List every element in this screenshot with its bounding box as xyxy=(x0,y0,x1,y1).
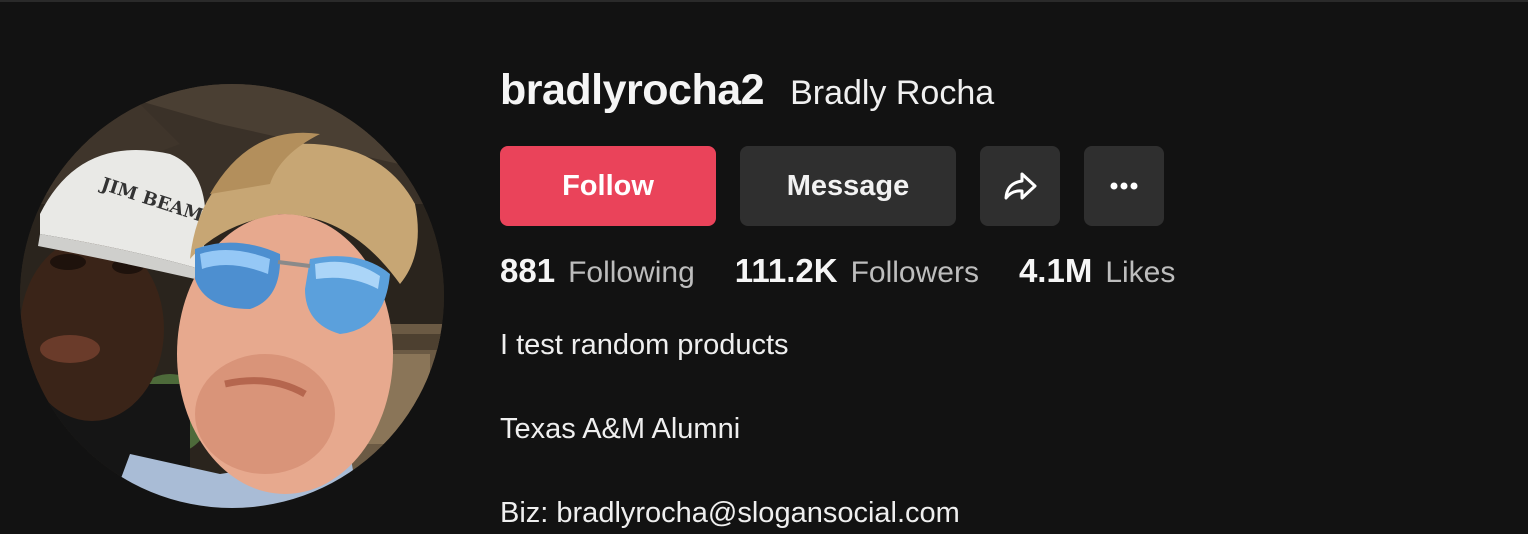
bio-line: I test random products xyxy=(500,329,789,361)
stat-label: Followers xyxy=(850,256,979,289)
display-name: Bradly Rocha xyxy=(790,74,995,112)
username: bradlyrocha2 xyxy=(500,66,765,114)
more-horizontal-icon xyxy=(1110,182,1138,190)
stat-likes: 4.1M Likes xyxy=(1019,252,1175,290)
stat-value: 881 xyxy=(500,252,556,289)
avatar-photo: JIM BEAM xyxy=(20,84,444,508)
share-button[interactable] xyxy=(980,146,1060,226)
stat-value: 4.1M xyxy=(1018,252,1093,289)
action-buttons: Follow Message xyxy=(500,146,1164,226)
bio-line: Biz: bradlyrocha@slogansocial.com xyxy=(500,497,960,529)
top-divider xyxy=(0,0,1528,2)
profile-stats: 881 Following 111.2K Followers 4.1M Like… xyxy=(500,252,1215,290)
avatar[interactable]: JIM BEAM xyxy=(20,84,444,508)
profile-info: bradlyrocha2 Bradly Rocha Follow Message… xyxy=(500,66,1500,529)
stat-label: Following xyxy=(568,256,695,289)
profile-bio: I test random products Texas A&M Alumni … xyxy=(500,324,960,534)
stat-followers[interactable]: 111.2K Followers xyxy=(735,252,979,290)
follow-button[interactable]: Follow xyxy=(500,146,716,226)
share-arrow-icon xyxy=(1004,172,1037,200)
message-button[interactable]: Message xyxy=(740,146,956,226)
stat-following[interactable]: 881 Following xyxy=(500,252,695,290)
bio-line: Texas A&M Alumni xyxy=(500,413,741,445)
more-button[interactable] xyxy=(1084,146,1164,226)
stat-value: 111.2K xyxy=(734,252,838,289)
stat-label: Likes xyxy=(1105,256,1176,289)
name-row: bradlyrocha2 Bradly Rocha xyxy=(500,66,1500,122)
